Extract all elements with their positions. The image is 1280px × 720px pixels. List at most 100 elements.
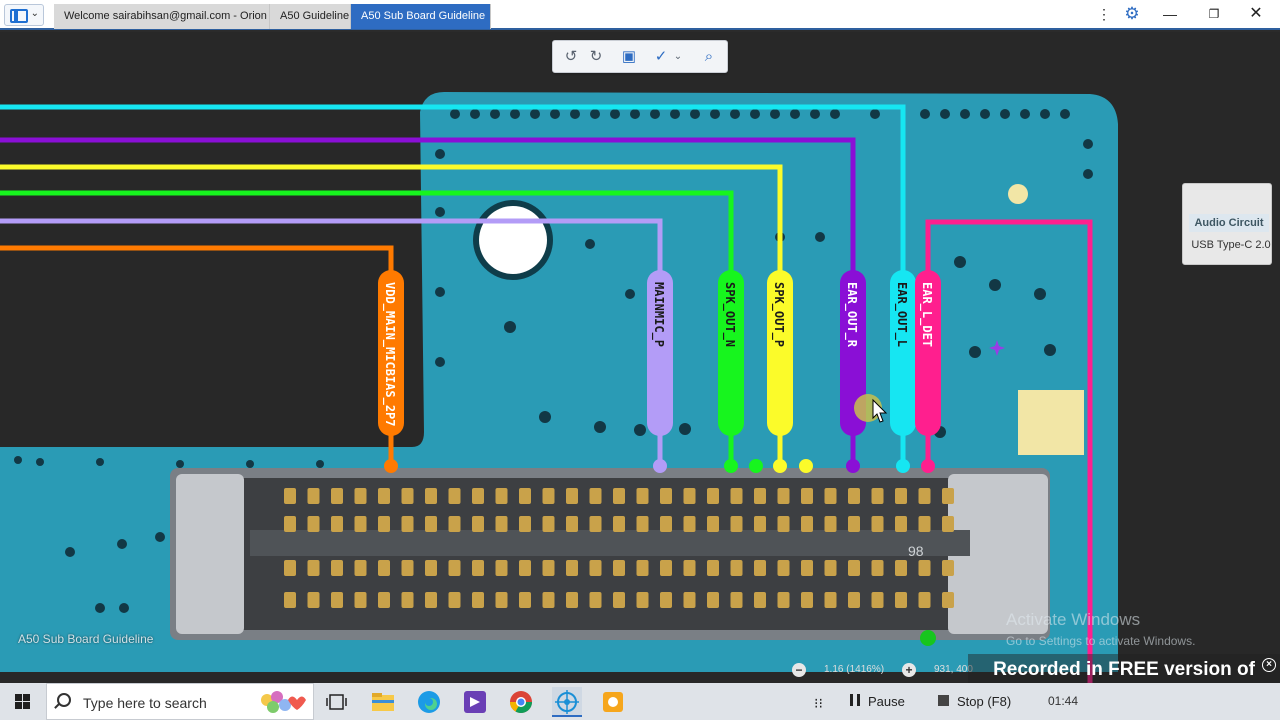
- connector-pin: [542, 560, 555, 576]
- connector-pin: [777, 516, 790, 532]
- connector-pin: [542, 488, 555, 504]
- connector-pin: [589, 592, 602, 608]
- app-menu-button[interactable]: ⌄: [4, 4, 44, 26]
- connector-pin: [425, 488, 437, 504]
- connector-pin: [895, 516, 907, 532]
- gear-icon[interactable]: ⚙: [1116, 2, 1148, 26]
- connector-pin: [519, 592, 531, 608]
- connector-pin: [942, 516, 954, 532]
- connector-pin: [824, 560, 837, 576]
- task-view-icon[interactable]: [322, 687, 352, 717]
- connector-pin: [801, 488, 813, 504]
- connector-pin: [378, 592, 390, 608]
- pin-junction-dot: [799, 459, 813, 473]
- connector-pin: [495, 592, 508, 608]
- panel-item-usb-type-c[interactable]: USB Type-C 2.0: [1189, 236, 1273, 254]
- connector-pin: [848, 592, 860, 608]
- connector-pin: [942, 592, 954, 608]
- stop-button[interactable]: Stop (F8): [957, 694, 1011, 709]
- pin-label-text: EAR_L_DET: [919, 282, 934, 347]
- activate-windows-subtitle: Go to Settings to activate Windows.: [1006, 634, 1196, 648]
- maximize-button[interactable]: ❐: [1198, 2, 1230, 26]
- zoom-bar: − 1.16 (1416%) + 931, 400: [790, 660, 980, 682]
- pin-label-text: VDD_MAIN_MICBIAS_2P7: [382, 282, 397, 427]
- zoom-in-button[interactable]: +: [902, 663, 916, 677]
- connector-pin: [754, 516, 766, 532]
- start-button[interactable]: [0, 683, 46, 720]
- search-icon[interactable]: ⌕: [697, 46, 721, 68]
- connector-pin: [636, 488, 649, 504]
- connector-pin: [448, 488, 461, 504]
- zoom-out-button[interactable]: −: [792, 663, 806, 677]
- connector-pin: [566, 488, 578, 504]
- close-button[interactable]: ✕: [1240, 2, 1272, 26]
- connector-pin: [519, 488, 531, 504]
- taskbar-search[interactable]: Type here to search: [46, 683, 314, 720]
- connector-pin: [284, 560, 296, 576]
- connector-pin: [707, 560, 719, 576]
- connector-pin: [354, 592, 367, 608]
- icecream-recorder-icon[interactable]: [598, 687, 628, 717]
- connector-pin: [425, 516, 437, 532]
- pin-label-text: SPK_OUT_P: [771, 282, 786, 347]
- visual-studio-icon[interactable]: [460, 687, 490, 717]
- board-canvas[interactable]: 98 VDD_MAIN_MICBIAS_2P7 MAINMIC_P SPK_OUT_…: [0, 32, 1280, 712]
- connector-pin: [942, 488, 954, 504]
- pause-button[interactable]: Pause: [868, 694, 905, 709]
- chrome-browser-icon[interactable]: [506, 687, 536, 717]
- windows-logo-icon: [15, 694, 22, 701]
- connector-pin: [401, 488, 414, 504]
- close-icon[interactable]: ×: [1262, 658, 1276, 672]
- taskbar: Type here to search ⁝⁝ Pause Stop (F8) 0…: [0, 683, 1280, 720]
- connector-number: 98: [908, 543, 924, 559]
- title-bar: ⌄ Welcome sairabihsan@gmail.com - Orion …: [0, 0, 1280, 30]
- connector-pin: [495, 516, 508, 532]
- tab-a50-sub-board-guideline[interactable]: A50 Sub Board Guideline: [351, 4, 491, 29]
- fit-to-screen-icon[interactable]: ▣: [617, 46, 641, 68]
- connector-pin: [707, 592, 719, 608]
- connector-pin: [660, 592, 672, 608]
- tab-welcome[interactable]: Welcome sairabihsan@gmail.com - Orion: [54, 4, 270, 29]
- tab-a50-guideline[interactable]: A50 Guideline: [270, 4, 351, 29]
- rotate-right-icon[interactable]: ↻: [584, 46, 608, 68]
- connector-pin: [401, 592, 414, 608]
- pin-label-text: EAR_OUT_R: [844, 282, 859, 348]
- connector-pin: [660, 560, 672, 576]
- connector-pin: [401, 516, 414, 532]
- rotate-left-icon[interactable]: ↺: [559, 46, 583, 68]
- connector-pin: [472, 516, 484, 532]
- connector-pin: [918, 560, 931, 576]
- window-icon: [10, 9, 28, 23]
- view-toolbar: ↺ ↻ ▣ ✓ ⌄ ⌕: [552, 40, 728, 73]
- pause-icon[interactable]: [850, 694, 860, 706]
- search-placeholder: Type here to search: [83, 695, 207, 711]
- connector-pin: [848, 560, 860, 576]
- edge-browser-icon[interactable]: [414, 687, 444, 717]
- connector-pin: [754, 592, 766, 608]
- stop-icon[interactable]: [938, 695, 949, 706]
- test-point: [920, 630, 936, 646]
- drag-handle-icon[interactable]: ⁝⁝: [814, 695, 823, 712]
- board-title: A50 Sub Board Guideline: [18, 632, 154, 646]
- trace-vdd-micbias: [0, 245, 394, 284]
- connector-pin: [895, 560, 907, 576]
- connector-pin: [871, 516, 884, 532]
- orion-app-icon[interactable]: [552, 687, 582, 717]
- connector-pin: [448, 560, 461, 576]
- file-explorer-icon[interactable]: [368, 687, 398, 717]
- chevron-down-icon[interactable]: ⌄: [671, 46, 685, 68]
- connector-pin: [331, 488, 343, 504]
- panel-item-audio-circuit[interactable]: Audio Circuit: [1189, 214, 1269, 232]
- check-icon[interactable]: ✓: [649, 46, 673, 68]
- minimize-button[interactable]: —: [1154, 2, 1186, 26]
- connector-pin: [378, 516, 390, 532]
- connector-pin: [401, 560, 414, 576]
- connector-pin: [801, 560, 813, 576]
- pin-label-pill: VDD_MAIN_MICBIAS_2P7: [378, 270, 404, 473]
- connector-pin: [284, 488, 296, 504]
- connector-pin: [472, 488, 484, 504]
- connector-pin: [378, 560, 390, 576]
- pin-label-text: SPK_OUT_N: [722, 282, 737, 347]
- circuit-panel: Audio Circuit USB Type-C 2.0: [1182, 183, 1272, 265]
- connector-pin: [636, 516, 649, 532]
